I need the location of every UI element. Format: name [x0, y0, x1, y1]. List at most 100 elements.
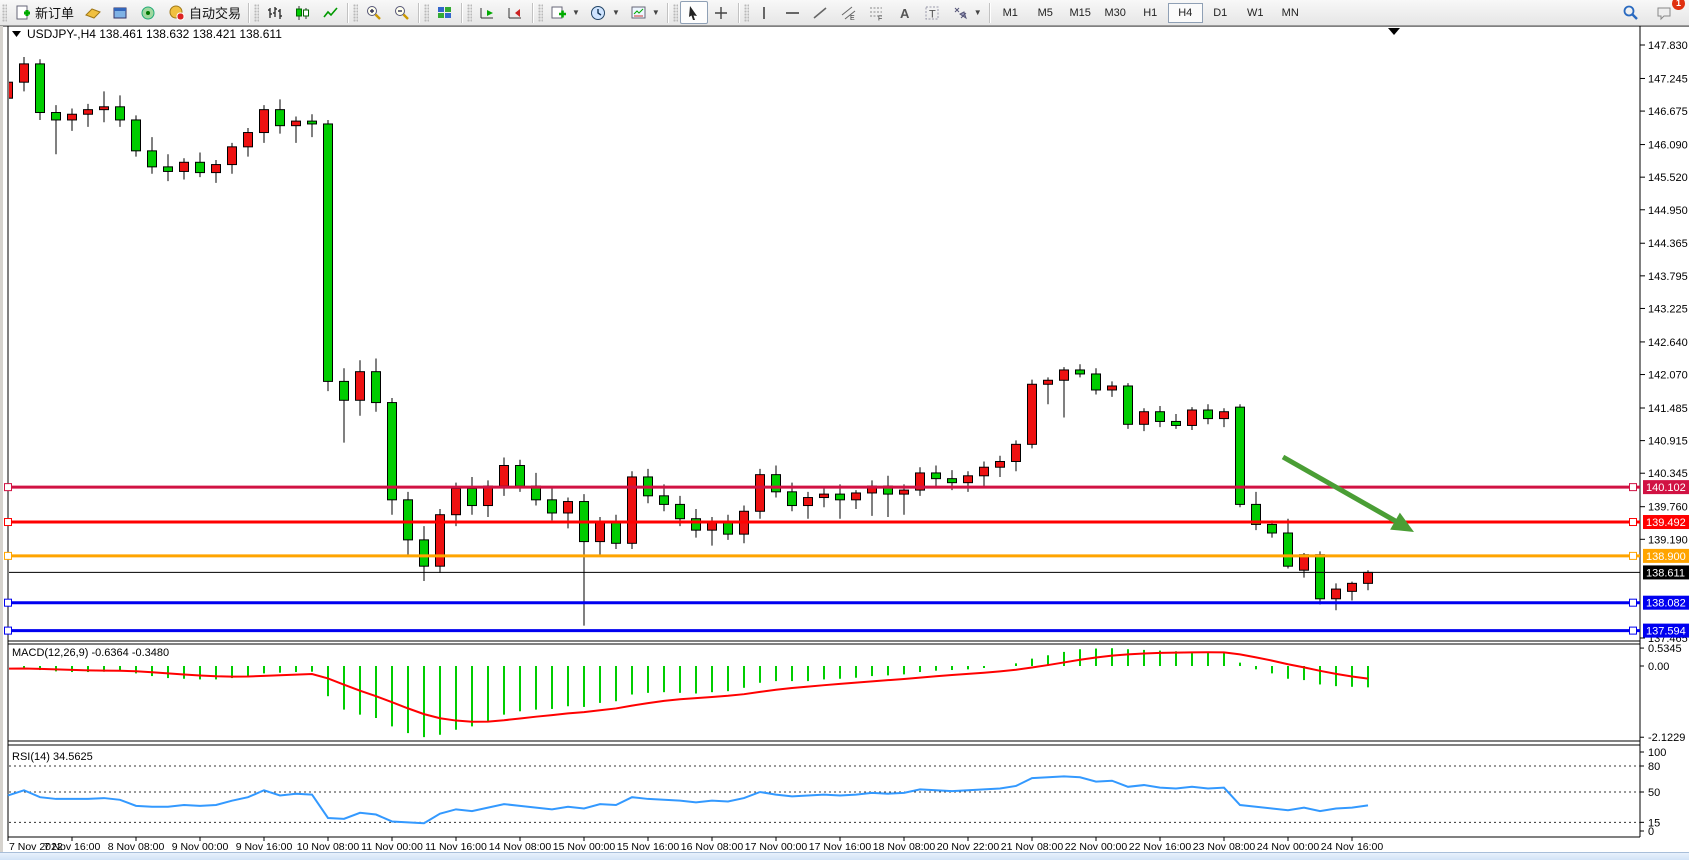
dropdown-arrow-icon[interactable]: ▼ — [572, 8, 580, 17]
dropdown-arrow-icon[interactable]: ▼ — [652, 8, 660, 17]
toolbar-grip[interactable] — [2, 4, 7, 22]
terminal-window-button[interactable] — [107, 1, 135, 24]
auto-scroll-button[interactable] — [502, 1, 530, 24]
macd-signal-line — [8, 652, 1368, 721]
price-tick-label: 140.345 — [1648, 468, 1688, 480]
candle-body — [964, 476, 973, 483]
line-handle[interactable] — [1630, 599, 1637, 606]
template-icon — [630, 5, 648, 21]
toolbar-grip[interactable] — [424, 4, 429, 22]
tile-windows-button[interactable] — [431, 1, 459, 24]
timeframe-m15-button[interactable]: M15 — [1063, 3, 1098, 23]
line-handle[interactable] — [5, 484, 12, 491]
channel-tool-button[interactable]: E — [835, 1, 863, 24]
zoom-out-icon — [393, 5, 411, 21]
candle-body — [724, 523, 733, 534]
channel-tool-icon: E — [840, 5, 858, 21]
timeframe-h1-button[interactable]: H1 — [1133, 3, 1168, 23]
chat-icon — [1656, 5, 1674, 21]
toolbar-grip[interactable] — [538, 4, 543, 22]
timeframe-h4-button[interactable]: H4 — [1168, 3, 1203, 23]
periods-clock-button[interactable]: ▼ — [585, 1, 625, 24]
zoom-out-button[interactable] — [388, 1, 416, 24]
zoom-in-button[interactable] — [360, 1, 388, 24]
candle-body — [308, 121, 317, 124]
chart-shift-icon — [479, 5, 497, 21]
search-button[interactable] — [1617, 1, 1645, 24]
line-handle[interactable] — [5, 627, 12, 634]
candle-body — [1204, 410, 1213, 419]
dropdown-arrow-icon[interactable]: ▼ — [612, 8, 620, 17]
cursor-button[interactable] — [680, 1, 708, 24]
line-chart-button[interactable] — [317, 1, 345, 24]
timeframe-m1-button[interactable]: M1 — [993, 3, 1028, 23]
svg-text:T: T — [929, 8, 936, 20]
dropdown-arrow-icon[interactable]: ▼ — [974, 8, 982, 17]
toolbar-grip[interactable] — [254, 4, 259, 22]
candle-body — [116, 107, 125, 120]
line-handle[interactable] — [5, 552, 12, 559]
candle-body — [1108, 386, 1117, 390]
text-label-tool-button[interactable]: T — [919, 1, 947, 24]
radar-button[interactable] — [135, 1, 163, 24]
fibonacci-tool-button[interactable]: F — [863, 1, 891, 24]
price-tick-label: 142.070 — [1648, 370, 1688, 382]
vline-tool-button[interactable] — [751, 1, 779, 24]
chart-shift-button[interactable] — [474, 1, 502, 24]
timeframe-m5-button[interactable]: M5 — [1028, 3, 1063, 23]
timeframe-d1-button[interactable]: D1 — [1203, 3, 1238, 23]
candle-body — [692, 519, 701, 530]
candle-body — [516, 465, 525, 486]
candle-body — [420, 540, 429, 566]
add-indicator-button[interactable]: ▼ — [545, 1, 585, 24]
trend-arrow-line[interactable] — [1283, 457, 1406, 527]
timeframe-w1-button[interactable]: W1 — [1238, 3, 1273, 23]
toolbar-grip[interactable] — [467, 4, 472, 22]
toolbar-grip[interactable] — [744, 4, 749, 22]
line-handle[interactable] — [1630, 519, 1637, 526]
candle-body — [68, 114, 77, 120]
timeframe-mn-button[interactable]: MN — [1273, 3, 1308, 23]
candle-body — [1172, 421, 1181, 425]
bars-chart-button[interactable] — [261, 1, 289, 24]
line-handle[interactable] — [1630, 627, 1637, 634]
candle-body — [788, 492, 797, 506]
trendline-tool-button[interactable] — [807, 1, 835, 24]
candle-body — [1156, 412, 1165, 422]
package-button[interactable] — [79, 1, 107, 24]
hline-tool-button[interactable] — [779, 1, 807, 24]
line-handle[interactable] — [5, 519, 12, 526]
candlestick-series — [4, 57, 1373, 626]
candle-body — [452, 488, 461, 514]
macd-axis-label: 0.00 — [1648, 661, 1669, 673]
candle-body — [708, 523, 717, 530]
template-button[interactable]: ▼ — [625, 1, 665, 24]
toolbar-grip[interactable] — [353, 4, 358, 22]
line-handle[interactable] — [5, 599, 12, 606]
price-tick-label: 147.245 — [1648, 73, 1688, 85]
chart-menu-triangle-icon[interactable] — [12, 31, 21, 37]
line-handle[interactable] — [1630, 552, 1637, 559]
autotrade-icon — [168, 5, 186, 21]
text-tool-button[interactable]: A — [891, 1, 919, 24]
add-indicator-icon — [550, 5, 568, 21]
chart-window[interactable]: 147.830147.245146.675146.090145.520144.9… — [0, 0, 1689, 860]
chat-button[interactable]: 1 — [1651, 1, 1679, 24]
line-handle[interactable] — [1630, 484, 1637, 491]
new-order-button[interactable]: 新订单 — [9, 1, 79, 24]
timeframe-m30-button[interactable]: M30 — [1098, 3, 1133, 23]
candle-chart-button[interactable] — [289, 1, 317, 24]
toolbar-separator — [461, 3, 463, 23]
autotrade-button[interactable]: 自动交易 — [163, 1, 246, 24]
arrows-tool-button[interactable]: ▼ — [947, 1, 987, 24]
price-tick-label: 142.640 — [1648, 337, 1688, 349]
candle-body — [84, 110, 93, 115]
crosshair-button[interactable] — [708, 1, 736, 24]
candle-body — [1332, 589, 1341, 599]
chart-shift-marker-icon[interactable] — [1388, 28, 1400, 35]
candle-body — [1348, 583, 1357, 591]
candle-body — [260, 110, 269, 133]
candle-body — [804, 498, 813, 506]
macd-series — [8, 648, 1368, 737]
toolbar-grip[interactable] — [673, 4, 678, 22]
